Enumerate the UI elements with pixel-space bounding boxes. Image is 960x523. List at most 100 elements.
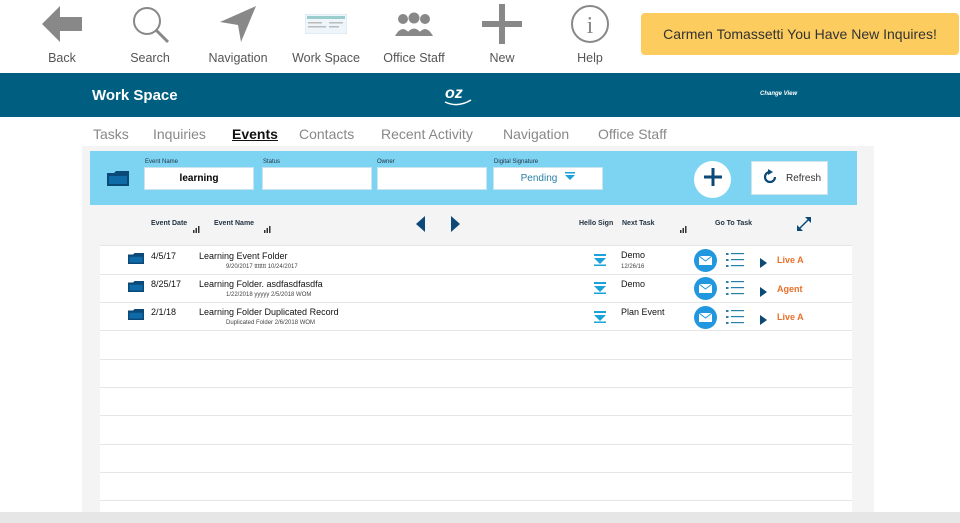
hello-sign-funnel-icon[interactable] <box>594 310 606 328</box>
email-button[interactable] <box>694 306 717 329</box>
header-event-name[interactable]: Event Name <box>214 220 254 227</box>
go-to-task-link[interactable]: Live A <box>777 255 804 265</box>
digital-signature-select[interactable]: Pending <box>493 167 603 190</box>
header-hello-sign[interactable]: Hello Sign <box>579 220 613 227</box>
event-date: 8/25/17 <box>151 279 182 289</box>
expand-icon[interactable] <box>796 216 812 237</box>
next-task: Demo <box>621 250 646 260</box>
tab-navigation[interactable]: Navigation <box>503 126 569 142</box>
next-task: Demo <box>621 279 646 289</box>
divider <box>100 330 852 331</box>
list-icon[interactable] <box>726 309 744 330</box>
svg-text:oz: oz <box>445 85 463 102</box>
event-name[interactable]: Learning Event Folder <box>199 251 288 261</box>
back-arrow-icon <box>42 5 82 47</box>
folder-icon[interactable] <box>128 251 144 269</box>
search-button[interactable]: Search <box>105 4 195 65</box>
tab-recent-activity[interactable]: Recent Activity <box>381 126 473 142</box>
navigation-label: Navigation <box>208 51 268 65</box>
new-inquiries-notification[interactable]: Carmen Tomassetti You Have New Inquires! <box>641 13 959 55</box>
workspace-label: Work Space <box>292 51 360 65</box>
plus-icon <box>482 3 522 49</box>
play-icon[interactable] <box>760 312 767 330</box>
divider <box>100 444 852 445</box>
digital-signature-label: Digital Signature <box>494 159 539 165</box>
digital-signature-value: Pending <box>520 173 558 184</box>
list-icon[interactable] <box>726 252 744 273</box>
workspace-icon <box>304 13 348 39</box>
help-button[interactable]: i Help <box>545 4 635 65</box>
event-name[interactable]: Learning Folder. asdfasdfasdfa <box>199 279 323 289</box>
tab-events[interactable]: Events <box>232 126 278 142</box>
go-to-task-link[interactable]: Live A <box>777 312 804 322</box>
divider <box>100 387 852 388</box>
tab-contacts[interactable]: Contacts <box>299 126 354 142</box>
list-icon[interactable] <box>726 280 744 301</box>
workspace-button[interactable]: Work Space <box>281 4 371 65</box>
brand-logo: oz <box>441 80 475 110</box>
divider <box>100 500 852 501</box>
mail-icon <box>698 252 713 270</box>
event-subtext: 9/20/2017 ttttttt 10/24/2017 <box>226 264 298 270</box>
office-staff-button[interactable]: Office Staff <box>369 4 459 65</box>
folder-icon[interactable] <box>128 307 144 325</box>
event-date: 2/1/18 <box>151 307 177 317</box>
divider <box>100 472 852 473</box>
refresh-label: Refresh <box>786 172 822 184</box>
svg-text:i: i <box>587 13 594 39</box>
navigation-button[interactable]: Navigation <box>193 4 283 65</box>
sort-icon[interactable] <box>193 220 201 238</box>
tab-inquiries[interactable]: Inquiries <box>153 126 206 142</box>
status-input[interactable] <box>262 167 372 190</box>
divider <box>100 245 852 246</box>
event-name-label: Event Name <box>145 159 179 165</box>
help-label: Help <box>577 51 603 65</box>
email-button[interactable] <box>694 277 717 300</box>
next-task-date: 12/26/16 <box>621 264 645 270</box>
event-name-input[interactable]: learning <box>144 167 254 190</box>
event-date: 4/5/17 <box>151 251 177 261</box>
refresh-icon <box>762 168 778 188</box>
office-staff-label: Office Staff <box>383 51 445 65</box>
info-icon: i <box>570 4 610 49</box>
go-to-task-link[interactable]: Agent <box>777 284 803 294</box>
header-go-to-task[interactable]: Go To Task <box>715 220 752 227</box>
sort-icon[interactable] <box>680 220 688 238</box>
tab-tasks[interactable]: Tasks <box>93 126 129 142</box>
navigation-arrow-icon <box>218 4 258 49</box>
filter-funnel-icon <box>565 172 576 185</box>
people-icon <box>394 12 434 41</box>
divider <box>100 302 852 303</box>
status-label: Status <box>263 159 281 165</box>
play-icon[interactable] <box>760 284 767 302</box>
sort-icon[interactable] <box>264 220 272 238</box>
header-event-date[interactable]: Event Date <box>151 220 187 227</box>
search-icon <box>130 4 170 49</box>
event-name[interactable]: Learning Folder Duplicated Record <box>199 307 339 317</box>
header-next-task[interactable]: Next Task <box>622 220 655 227</box>
prev-page-icon[interactable] <box>416 216 425 237</box>
next-page-icon[interactable] <box>451 216 460 237</box>
refresh-button[interactable]: Refresh <box>751 161 828 195</box>
folder-icon <box>107 171 129 191</box>
page-title: Work Space <box>92 87 178 104</box>
mail-icon <box>698 280 713 298</box>
back-button[interactable]: Back <box>17 4 107 65</box>
tab-office-staff[interactable]: Office Staff <box>598 126 667 142</box>
owner-input[interactable] <box>377 167 487 190</box>
hello-sign-funnel-icon[interactable] <box>594 253 606 271</box>
next-task: Plan Event <box>621 307 665 317</box>
email-button[interactable] <box>694 249 717 272</box>
divider <box>100 359 852 360</box>
folder-icon[interactable] <box>128 279 144 297</box>
plus-icon <box>703 168 722 191</box>
add-event-button[interactable] <box>694 161 731 198</box>
search-label: Search <box>130 51 170 65</box>
footer-bar <box>0 512 960 523</box>
hello-sign-funnel-icon[interactable] <box>594 281 606 299</box>
change-view-link[interactable]: Change View <box>760 91 797 97</box>
divider <box>100 274 852 275</box>
new-button[interactable]: New <box>457 3 547 65</box>
owner-label: Owner <box>377 159 395 165</box>
play-icon[interactable] <box>760 255 767 273</box>
